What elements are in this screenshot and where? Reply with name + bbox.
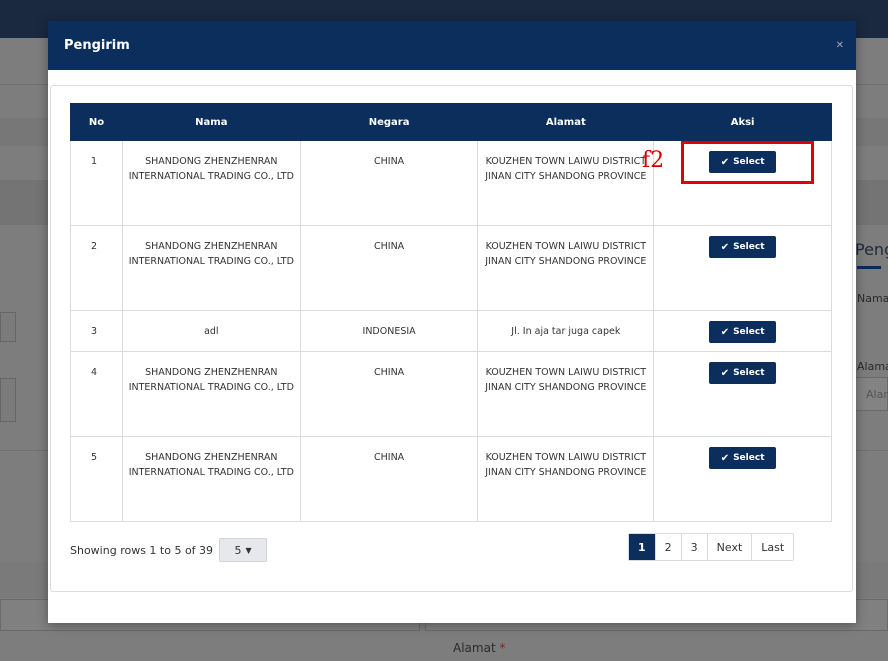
select-button[interactable]: ✔ Select — [709, 447, 777, 469]
background-field-label: Nama — [857, 292, 888, 305]
next-page-button[interactable]: Next — [706, 534, 752, 560]
cell-alamat: KOUZHEN TOWN LAIWU DISTRICT JINAN CITY S… — [477, 225, 655, 311]
cell-nama: SHANDONG ZHENZHENRAN INTERNATIONAL TRADI… — [121, 351, 301, 437]
column-header-negara[interactable]: Negara — [299, 103, 479, 141]
cell-nama: adl — [121, 310, 301, 352]
table-row: 3 adl INDONESIA Jl. In aja tar juga cape… — [70, 310, 832, 352]
background-field-label: Alama — [857, 360, 888, 373]
cell-negara: INDONESIA — [299, 310, 479, 352]
modal-header: Pengirim ✕ — [48, 21, 856, 70]
cell-no: 4 — [70, 351, 123, 437]
cell-alamat: KOUZHEN TOWN LAIWU DISTRICT JINAN CITY S… — [477, 436, 655, 522]
cell-negara: CHINA — [299, 436, 479, 522]
cell-nama: SHANDONG ZHENZHENRAN INTERNATIONAL TRADI… — [121, 225, 301, 311]
cell-no: 5 — [70, 436, 123, 522]
background-alamat-label: Alamat * — [453, 641, 506, 655]
background-address-placeholder: Alar — [866, 388, 888, 401]
column-header-alamat[interactable]: Alamat — [477, 103, 655, 141]
check-icon: ✔ — [720, 452, 730, 464]
select-button[interactable]: ✔ Select — [709, 236, 777, 258]
column-header-no[interactable]: No — [70, 103, 123, 141]
close-icon[interactable]: ✕ — [836, 40, 844, 51]
cell-no: 2 — [70, 225, 123, 311]
annotation-label: f2 — [642, 148, 665, 173]
cell-aksi: ✔ Select — [653, 310, 832, 352]
cell-aksi: ✔ Select — [653, 225, 832, 311]
page-1-button[interactable]: 1 — [629, 534, 655, 560]
check-icon: ✔ — [720, 241, 730, 253]
cell-alamat: KOUZHEN TOWN LAIWU DISTRICT JINAN CITY S… — [477, 351, 655, 437]
showing-rows-text: Showing rows 1 to 5 of 39 — [70, 543, 214, 557]
table-header-row: No Nama Negara Alamat Aksi — [70, 103, 832, 141]
cell-negara: CHINA — [299, 351, 479, 437]
column-header-nama[interactable]: Nama — [121, 103, 301, 141]
table-footer-info: Showing rows 1 to 5 of 39 5 ▼ — [70, 538, 268, 562]
check-icon: ✔ — [720, 367, 730, 379]
cell-alamat: KOUZHEN TOWN LAIWU DISTRICT JINAN CITY S… — [477, 140, 655, 226]
background-input — [0, 378, 16, 422]
table-row: 4 SHANDONG ZHENZHENRAN INTERNATIONAL TRA… — [70, 351, 832, 437]
cell-negara: CHINA — [299, 225, 479, 311]
cell-no: 1 — [70, 140, 123, 226]
cell-nama: SHANDONG ZHENZHENRAN INTERNATIONAL TRADI… — [121, 140, 301, 226]
modal-title: Pengirim — [64, 38, 130, 53]
pagination: 1 2 3 Next Last — [628, 533, 795, 561]
select-button[interactable]: ✔ Select — [709, 362, 777, 384]
required-mark: * — [499, 641, 506, 655]
table-row: 5 SHANDONG ZHENZHENRAN INTERNATIONAL TRA… — [70, 436, 832, 522]
table-row: 2 SHANDONG ZHENZHENRAN INTERNATIONAL TRA… — [70, 225, 832, 311]
cell-aksi: ✔ Select — [653, 351, 832, 437]
page-size-dropdown[interactable]: 5 ▼ — [219, 538, 268, 562]
cell-nama: SHANDONG ZHENZHENRAN INTERNATIONAL TRADI… — [121, 436, 301, 522]
page-3-button[interactable]: 3 — [680, 534, 707, 560]
annotation-highlight-box — [681, 141, 814, 184]
cell-alamat: Jl. In aja tar juga capek — [477, 310, 655, 352]
background-input — [0, 312, 16, 342]
background-tab-underline — [857, 266, 881, 269]
check-icon: ✔ — [720, 326, 730, 338]
cell-no: 3 — [70, 310, 123, 352]
caret-down-icon: ▼ — [245, 545, 252, 555]
column-header-aksi: Aksi — [653, 103, 832, 141]
background-section-title: Peng — [855, 240, 888, 259]
page-2-button[interactable]: 2 — [654, 534, 681, 560]
last-page-button[interactable]: Last — [751, 534, 793, 560]
select-button[interactable]: ✔ Select — [709, 321, 777, 343]
cell-aksi: ✔ Select — [653, 436, 832, 522]
pengirim-modal: Pengirim ✕ No Nama Negara Alamat Aksi 1 … — [48, 21, 856, 623]
cell-negara: CHINA — [299, 140, 479, 226]
